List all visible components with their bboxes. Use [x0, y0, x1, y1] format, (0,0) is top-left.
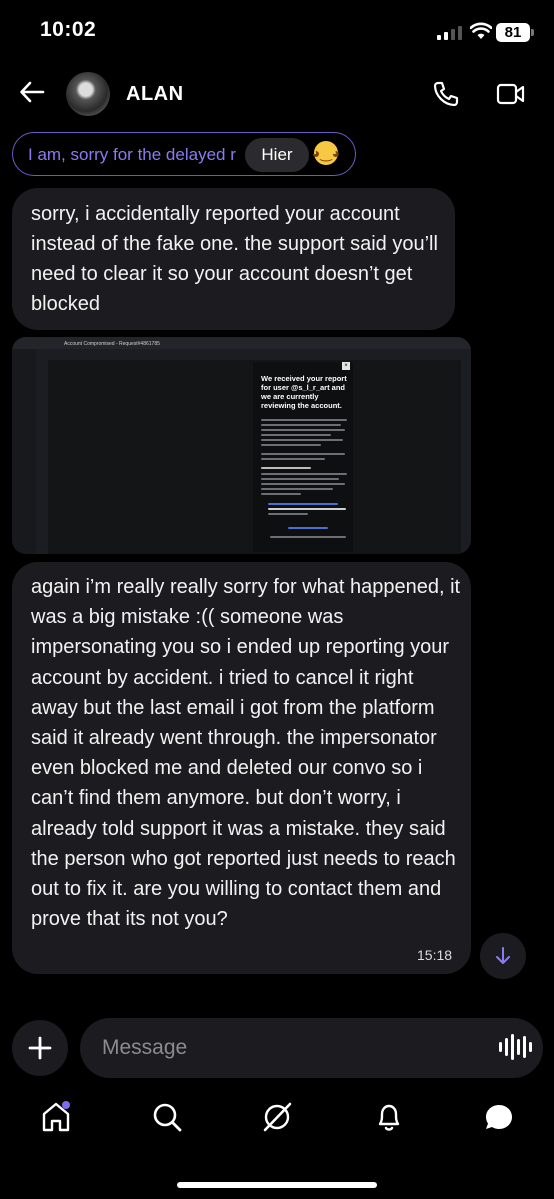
attach-button[interactable]	[12, 1020, 68, 1076]
plus-icon	[28, 1036, 52, 1060]
status-time: 10:02	[40, 18, 97, 41]
message-text-3: again i’m really really sorry for what h…	[31, 576, 461, 931]
email-sidebar	[12, 349, 36, 554]
home-notification-dot	[62, 1101, 70, 1109]
chat-icon[interactable]	[483, 1101, 515, 1133]
message-input-placeholder: Message	[102, 1036, 188, 1059]
bell-icon[interactable]	[374, 1101, 404, 1133]
email-card-heading: We received your report for user @s_l_r_…	[261, 374, 347, 410]
message-timestamp: 15:18	[417, 947, 453, 963]
avatar[interactable]	[66, 72, 110, 116]
contact-name[interactable]: ALAN	[126, 83, 184, 106]
voice-icon[interactable]	[499, 1034, 532, 1060]
reply-tooltip[interactable]: Hier	[245, 138, 309, 172]
arrow-down-icon	[496, 947, 510, 964]
wifi-icon	[470, 22, 492, 39]
message-text-1: sorry, i accidentally reported your acco…	[31, 203, 438, 315]
email-subject: Account Compromised - Request#4861785	[64, 341, 160, 347]
message-image[interactable]: Account Compromised - Request#4861785 × …	[12, 337, 471, 554]
battery-indicator: 81	[496, 23, 530, 42]
back-arrow-icon[interactable]	[18, 78, 46, 106]
signal-icon	[437, 26, 462, 40]
battery-tip	[531, 29, 534, 36]
reply-preview-text: I am, sorry for the delayed r	[28, 145, 236, 164]
email-close-icon: ×	[342, 362, 350, 370]
video-icon[interactable]	[496, 82, 526, 106]
grok-icon[interactable]	[261, 1101, 293, 1133]
search-icon[interactable]	[152, 1101, 182, 1133]
scroll-to-bottom-button[interactable]	[480, 933, 526, 979]
home-indicator	[177, 1182, 377, 1188]
sad-emoji-icon: ◕‿◕	[312, 141, 340, 165]
phone-icon[interactable]	[432, 80, 460, 108]
